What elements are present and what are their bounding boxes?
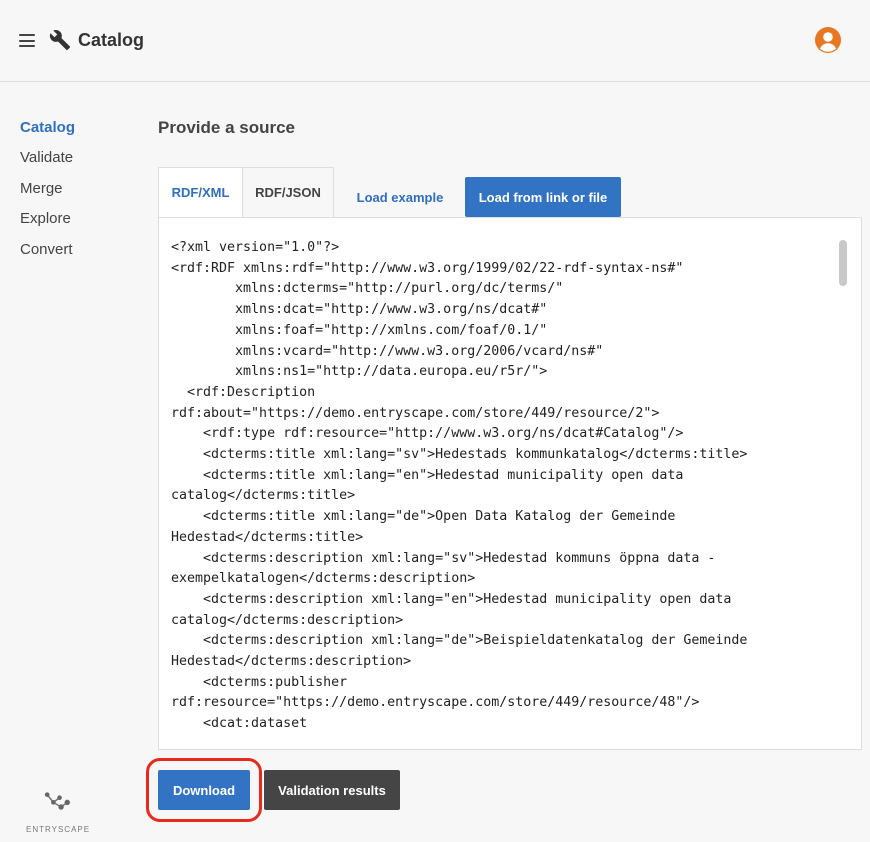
- entryscape-logo-icon: [44, 792, 70, 810]
- code-line: <dcterms:description xml:lang="en">Hedes…: [171, 591, 732, 607]
- menu-icon[interactable]: [19, 34, 35, 47]
- sidebar-item-validate[interactable]: Validate: [20, 149, 73, 166]
- page-title: Provide a source: [158, 118, 296, 137]
- wrench-icon: [49, 30, 71, 51]
- sidebar-item-explore[interactable]: Explore: [20, 210, 71, 227]
- code-line: xmlns:foaf="http://xmlns.com/foaf/0.1/": [171, 322, 548, 338]
- code-line: xmlns:dcat="http://www.w3.org/ns/dcat#": [171, 302, 548, 318]
- code-line: catalog</dcterms:description>: [171, 612, 404, 628]
- sidebar-item-catalog[interactable]: Catalog: [20, 119, 75, 136]
- code-line: <rdf:Description: [171, 384, 316, 400]
- sidebar-item-convert[interactable]: Convert: [20, 241, 73, 258]
- code-line: xmlns:ns1="http://data.europa.eu/r5r/">: [171, 364, 548, 380]
- validation-results-button[interactable]: Validation results: [264, 770, 400, 810]
- user-avatar-icon[interactable]: [814, 26, 842, 54]
- code-editor[interactable]: <?xml version="1.0"?> <rdf:RDF xmlns:rdf=…: [158, 217, 862, 750]
- app-header: Catalog: [0, 0, 870, 82]
- code-line: xmlns:vcard="http://www.w3.org/2006/vcar…: [171, 343, 604, 359]
- code-line: <rdf:type rdf:resource="http://www.w3.or…: [171, 426, 684, 442]
- load-from-link-button[interactable]: Load from link or file: [465, 177, 621, 217]
- code-line: <dcterms:description xml:lang="sv">Hedes…: [171, 550, 716, 566]
- code-line: <dcterms:title xml:lang="en">Hedestad mu…: [171, 467, 684, 483]
- code-line: <dcat:dataset: [171, 716, 308, 732]
- code-line: <dcterms:title xml:lang="de">Open Data K…: [171, 509, 676, 525]
- code-line: Hedestad</dcterms:title>: [171, 529, 364, 545]
- sidebar-item-merge[interactable]: Merge: [20, 180, 63, 197]
- tab-rdf-json[interactable]: RDF/JSON: [243, 167, 334, 217]
- code-line: xmlns:dcterms="http://purl.org/dc/terms/…: [171, 281, 564, 297]
- code-line: catalog</dcterms:title>: [171, 488, 356, 504]
- code-line: <dcterms:description xml:lang="de">Beisp…: [171, 633, 748, 649]
- code-line: <dcterms:publisher: [171, 674, 348, 690]
- code-content[interactable]: <?xml version="1.0"?> <rdf:RDF xmlns:rdf=…: [171, 238, 841, 735]
- code-line: <?xml version="1.0"?>: [171, 240, 340, 255]
- app-title: Catalog: [78, 30, 145, 50]
- code-line: rdf:about="https://demo.entryscape.com/s…: [171, 405, 660, 421]
- load-example-button[interactable]: Load example: [346, 177, 454, 217]
- logo-text: ENTRYSCAPE: [26, 825, 91, 834]
- code-line: exempelkatalogen</dcterms:description>: [171, 571, 476, 587]
- code-line: <dcterms:title xml:lang="sv">Hedestads k…: [171, 447, 748, 463]
- code-line: rdf:resource="https://demo.entryscape.co…: [171, 695, 700, 711]
- download-button[interactable]: Download: [158, 770, 250, 810]
- tab-rdf-xml[interactable]: RDF/XML: [158, 167, 243, 217]
- editor-scrollbar[interactable]: [839, 240, 847, 286]
- code-line: Hedestad</dcterms:description>: [171, 654, 412, 670]
- sidebar: Catalog Validate Merge Explore Convert: [0, 83, 140, 842]
- code-line: <rdf:RDF xmlns:rdf="http://www.w3.org/19…: [171, 260, 684, 276]
